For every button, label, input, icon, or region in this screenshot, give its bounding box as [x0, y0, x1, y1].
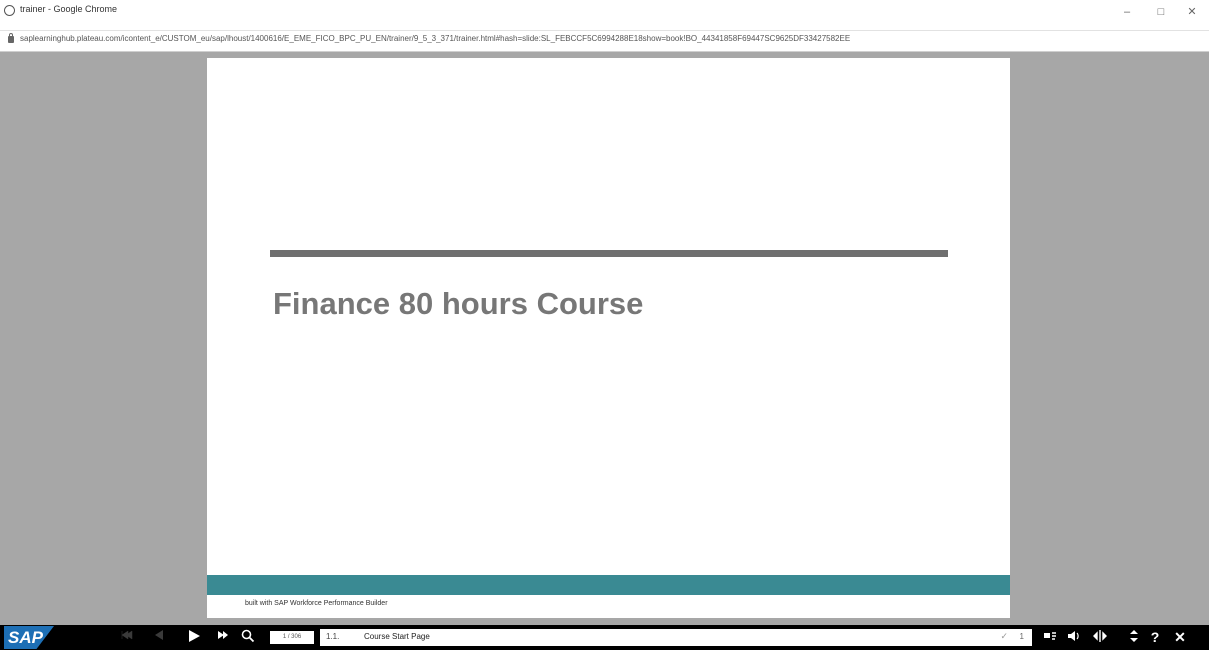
- first-icon[interactable]: [120, 629, 134, 646]
- settings-arrows-icon[interactable]: [1127, 629, 1141, 646]
- navigation-icon[interactable]: [1092, 629, 1108, 646]
- address-bar[interactable]: saplearninghub.plateau.com/icontent_e/CU…: [0, 31, 1209, 52]
- play-icon[interactable]: [186, 629, 202, 646]
- help-button[interactable]: ?: [1148, 629, 1162, 646]
- chrome-icon: [4, 5, 15, 16]
- close-window-button[interactable]: ✕: [1182, 4, 1202, 20]
- close-player-button[interactable]: ✕: [1172, 629, 1188, 646]
- lock-icon: [8, 33, 14, 43]
- slide-title: Finance 80 hours Course: [273, 286, 644, 321]
- chapter-title: Course Start Page: [364, 632, 430, 641]
- window-title: trainer - Google Chrome: [20, 4, 118, 14]
- audio-icon[interactable]: [1066, 629, 1082, 646]
- footer-band: [207, 575, 1010, 595]
- maximize-button[interactable]: □: [1151, 4, 1171, 20]
- title-divider: [270, 250, 948, 257]
- chapter-number: 1.1.: [326, 632, 340, 641]
- url-text[interactable]: saplearninghub.plateau.com/icontent_e/CU…: [20, 34, 1200, 43]
- slide-canvas: Finance 80 hours Course built with SAP W…: [207, 58, 1010, 618]
- search-icon[interactable]: [240, 629, 256, 646]
- chapter-breadcrumb[interactable]: 1.1. Course Start Page ✓ 1: [320, 629, 1032, 646]
- next-icon[interactable]: [216, 629, 230, 646]
- checkmark-icon: ✓: [1000, 631, 1008, 641]
- subtitle-icon[interactable]: [1042, 629, 1058, 646]
- browser-title-bar: trainer - Google Chrome – □ ✕: [0, 0, 1209, 31]
- built-with-label: built with SAP Workforce Performance Bui…: [245, 600, 388, 607]
- chapter-count: 1: [1019, 632, 1024, 641]
- previous-icon[interactable]: [152, 629, 166, 646]
- sap-logo: SAP: [4, 626, 54, 649]
- page-counter: 1 / 306: [270, 631, 314, 644]
- player-toolbar: SAP 1 / 306 1.1. Course Start Page ✓ 1 ?…: [0, 625, 1209, 650]
- minimize-button[interactable]: –: [1117, 4, 1137, 20]
